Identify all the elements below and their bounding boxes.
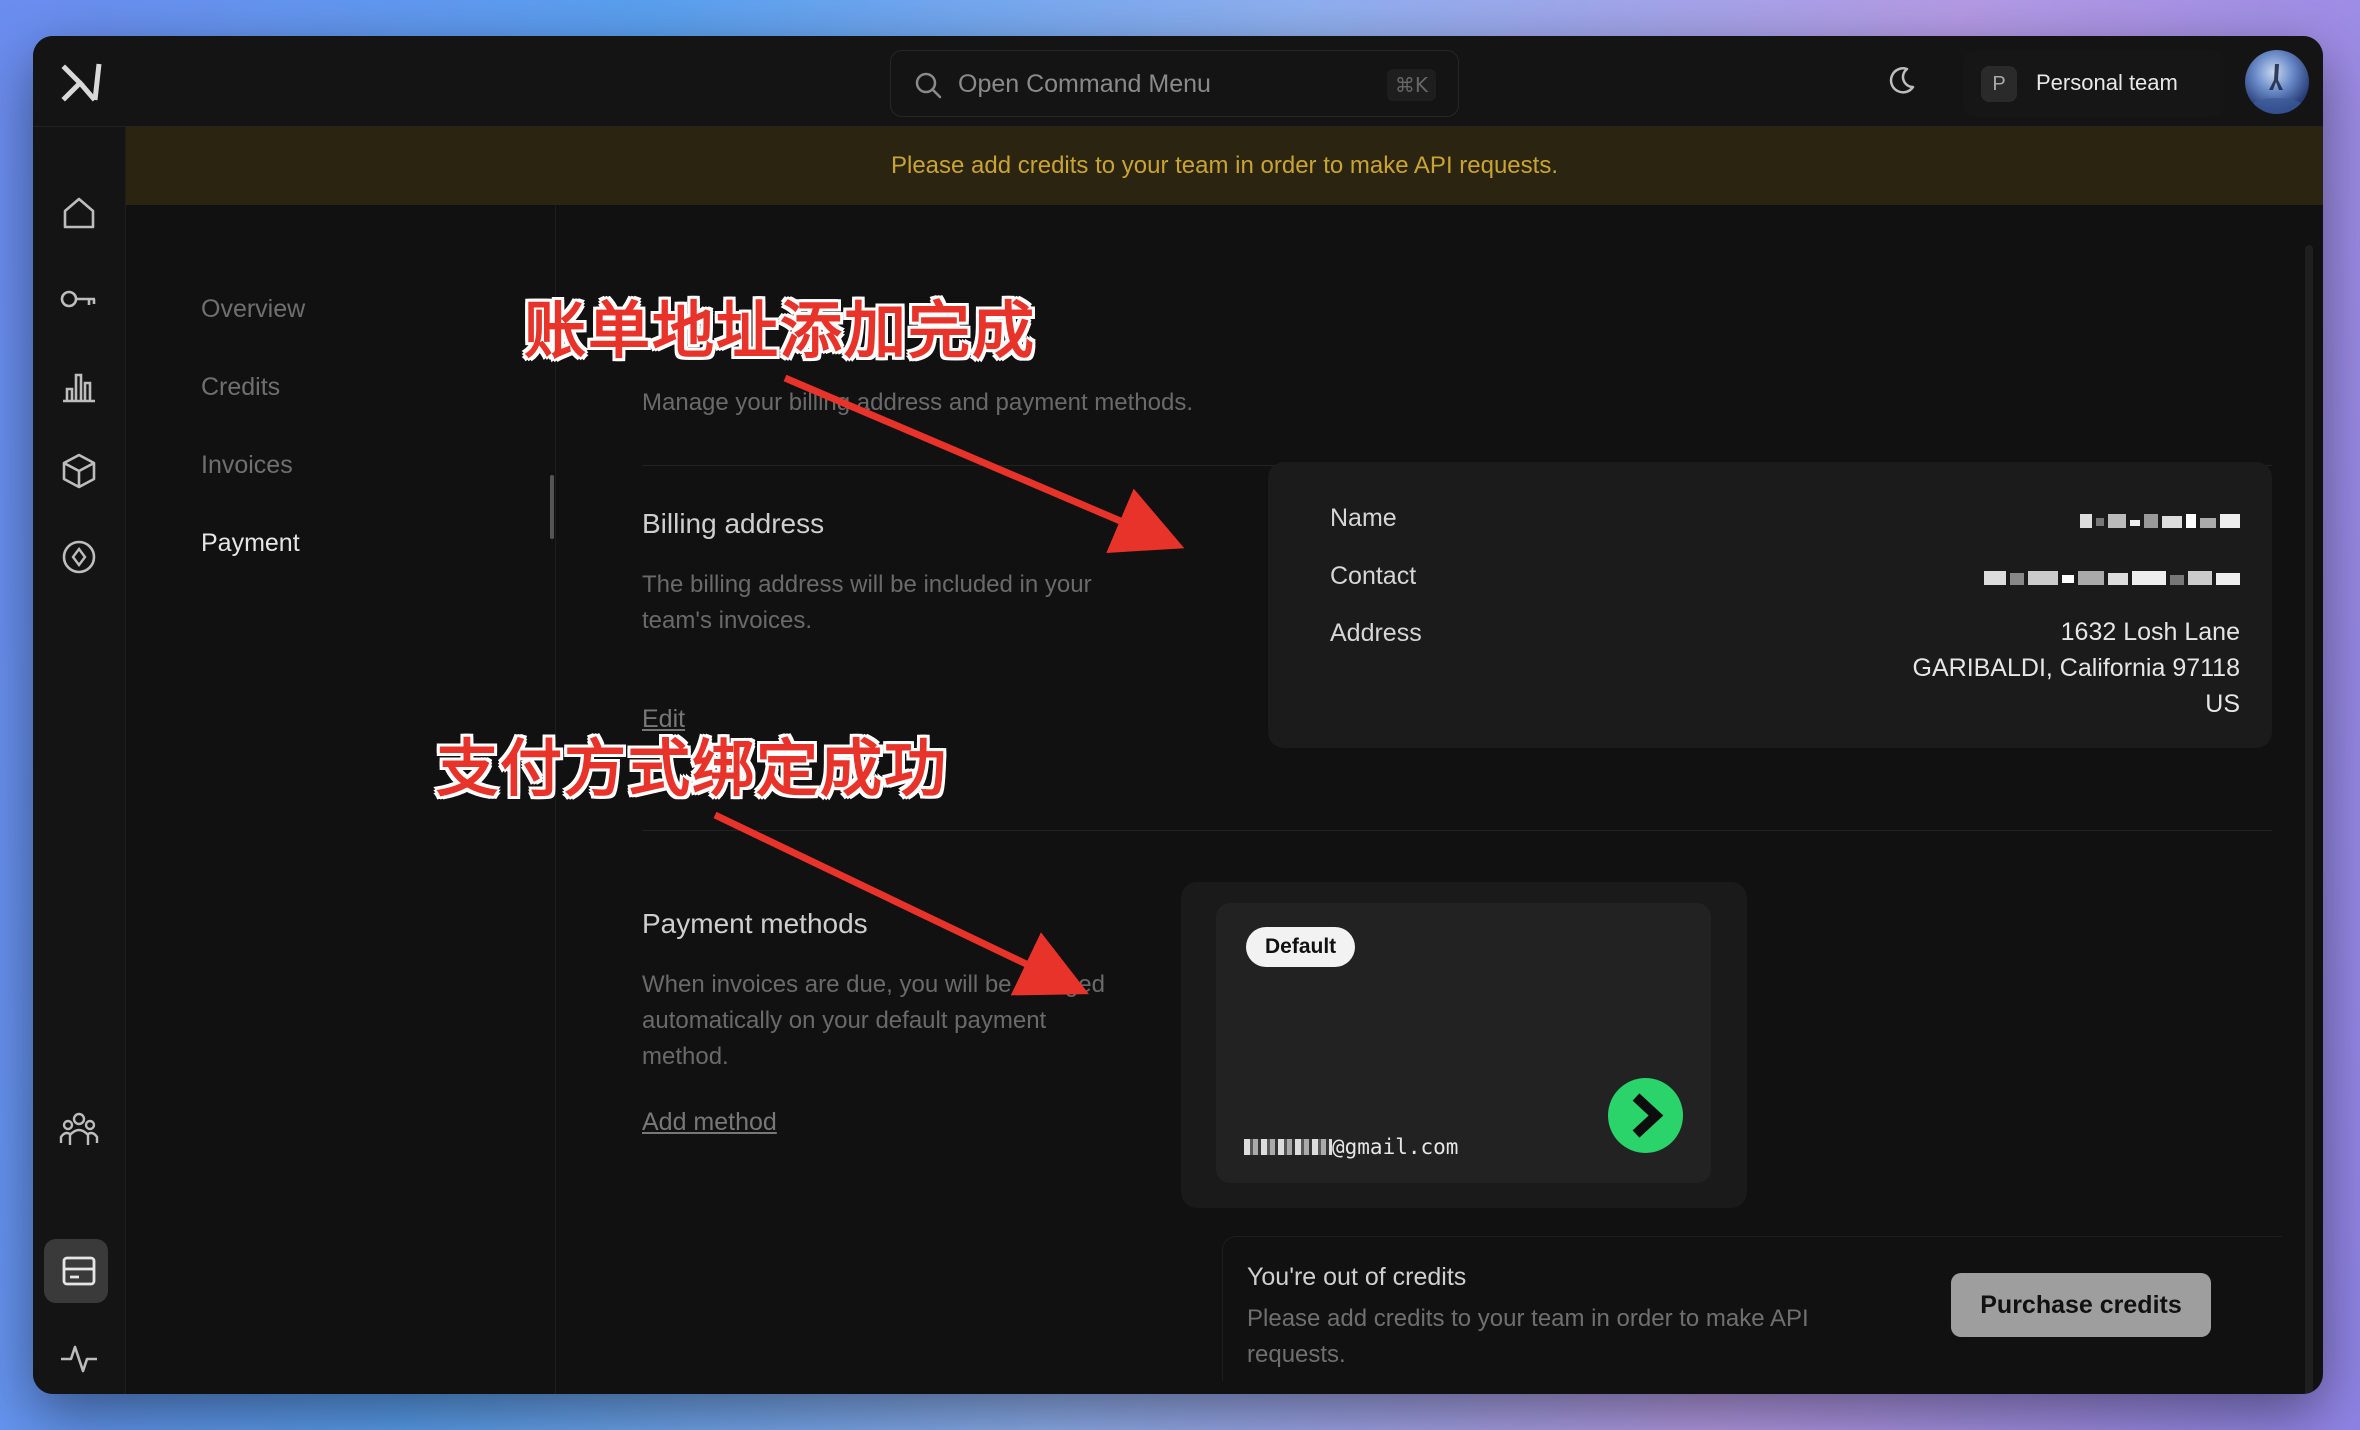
page-description: Manage your billing address and payment … — [642, 389, 1193, 416]
address-line-1: 1632 Losh Lane — [2060, 618, 2240, 646]
payment-methods-title: Payment methods — [642, 908, 868, 939]
add-method-link[interactable]: Add method — [642, 1108, 777, 1137]
team-switcher[interactable]: P Personal team — [1963, 50, 2223, 117]
credits-warning-banner: Please add credits to your team in order… — [126, 127, 2323, 205]
annotation-billing-done: 账单地址添加完成 — [524, 294, 1037, 367]
subnav-payment[interactable]: Payment — [201, 529, 300, 558]
address-line-2: GARIBALDI, California 97118 — [1912, 654, 2240, 682]
subnav-invoices[interactable]: Invoices — [201, 451, 293, 480]
home-icon[interactable] — [57, 191, 101, 235]
name-label: Name — [1330, 504, 1397, 532]
default-badge: Default — [1246, 927, 1356, 967]
user-avatar[interactable] — [2245, 50, 2309, 114]
annotation-payment-done: 支付方式绑定成功 — [436, 732, 949, 805]
subnav-overview[interactable]: Overview — [201, 295, 305, 324]
moon-icon[interactable] — [1885, 63, 1919, 97]
address-line-3: US — [2205, 690, 2240, 718]
divider — [642, 830, 2272, 831]
shortcut-badge: ⌘K — [1386, 69, 1436, 101]
subnav-credits[interactable]: Credits — [201, 373, 280, 402]
contact-label: Contact — [1330, 562, 1417, 590]
redacted-name — [2080, 514, 2240, 528]
icon-sidebar — [33, 127, 126, 1394]
xai-logo[interactable] — [55, 54, 111, 110]
out-of-credits-box: You're out of credits Please add credits… — [1222, 1236, 2282, 1381]
billing-address-card: Name Contact Address 1632 Losh Lane GARI… — [1268, 462, 2272, 748]
command-menu-placeholder: Open Command Menu — [958, 70, 1211, 98]
address-label: Address — [1330, 619, 1422, 647]
scrollbar[interactable] — [2305, 245, 2313, 1394]
subnav-active-indicator — [550, 475, 554, 539]
app-window: Open Command Menu ⌘K P Personal team Ple… — [33, 36, 2323, 1394]
compass-icon[interactable] — [57, 535, 101, 579]
team-initial: P — [1981, 66, 2017, 102]
cube-icon[interactable] — [57, 449, 101, 493]
email-suffix: @gmail.com — [1332, 1135, 1459, 1159]
address-value: 1632 Losh Lane GARIBALDI, California 971… — [1913, 614, 2240, 722]
credits-text: Please add credits to your team in order… — [1247, 1305, 1809, 1368]
credits-title: You're out of credits — [1247, 1263, 1467, 1291]
purchase-credits-button[interactable]: Purchase credits — [1951, 1273, 2211, 1337]
payment-method-container: Default @gmail.com — [1181, 882, 1747, 1208]
payment-methods-text: When invoices are due, you will be charg… — [642, 971, 1105, 1070]
search-icon — [915, 72, 942, 99]
command-menu[interactable]: Open Command Menu ⌘K — [890, 50, 1459, 117]
payment-method-card[interactable]: Default @gmail.com — [1216, 903, 1711, 1183]
bar-chart-icon[interactable] — [57, 363, 101, 407]
link-pay-icon — [1608, 1078, 1683, 1153]
team-name: Personal team — [2036, 70, 2178, 95]
banner-text: Please add credits to your team in order… — [890, 152, 1558, 179]
billing-icon[interactable] — [57, 1249, 101, 1293]
billing-address-title: Billing address — [642, 508, 825, 539]
activity-icon[interactable] — [57, 1335, 101, 1379]
redacted-contact — [1984, 571, 2240, 585]
key-icon[interactable] — [57, 277, 101, 321]
billing-address-text: The billing address will be included in … — [642, 571, 1092, 634]
payment-email: @gmail.com — [1244, 1135, 1458, 1159]
team-members-icon[interactable] — [57, 1107, 101, 1151]
redacted-email-user — [1244, 1139, 1332, 1155]
top-bar: Open Command Menu ⌘K P Personal team — [33, 36, 2323, 127]
